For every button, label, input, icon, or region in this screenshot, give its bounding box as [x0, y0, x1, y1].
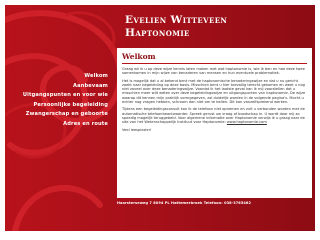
page-title: Welkom [122, 52, 156, 61]
nav-item-persoonlijke-begeleiding[interactable]: Persoonlijke begeleiding [5, 101, 108, 111]
nav-item-zwangerschap[interactable]: Zwangerschap en geboorte [5, 110, 108, 120]
contact-paragraph: Tijdens een begeleidingsconsult kan ik d… [122, 107, 307, 124]
nav-item-aanbevaam[interactable]: Aanbevaam [5, 82, 108, 92]
haptonomie-link[interactable]: www.haptonomie.com [227, 120, 267, 124]
footer-address: Haarsterseweg 7 8094 PL Hattemerbroek Te… [117, 201, 251, 205]
nav-item-welkom[interactable]: Welkom [5, 72, 108, 82]
closing-paragraph: Veel leesplezier! [122, 127, 152, 132]
site-title-name: Evelien Witteveen [125, 14, 228, 26]
body-paragraph: Het is mogelijk dat u al bekend bent met… [122, 78, 306, 105]
intro-paragraph: Graag wil ik u op deze wijze kennis late… [122, 67, 305, 76]
content-panel: Welkom Graag wil ik u op deze wijze kenn… [117, 48, 312, 198]
site-title: Evelien Witteveen Haptonomie [125, 14, 310, 40]
site-frame: Evelien Witteveen Haptonomie Welkom Aanb… [5, 5, 315, 231]
site-title-subtitle: Haptonomie [125, 27, 190, 39]
nav-item-adres-route[interactable]: Adres en route [5, 120, 108, 130]
nav-item-uitgangspunten[interactable]: Uitgangspunten en voor wie [5, 91, 108, 101]
contact-text: Tijdens een begeleidingsconsult kan ik d… [122, 107, 305, 125]
main-navigation: Welkom Aanbevaam Uitgangspunten en voor … [5, 72, 108, 130]
title-divider [122, 63, 307, 64]
